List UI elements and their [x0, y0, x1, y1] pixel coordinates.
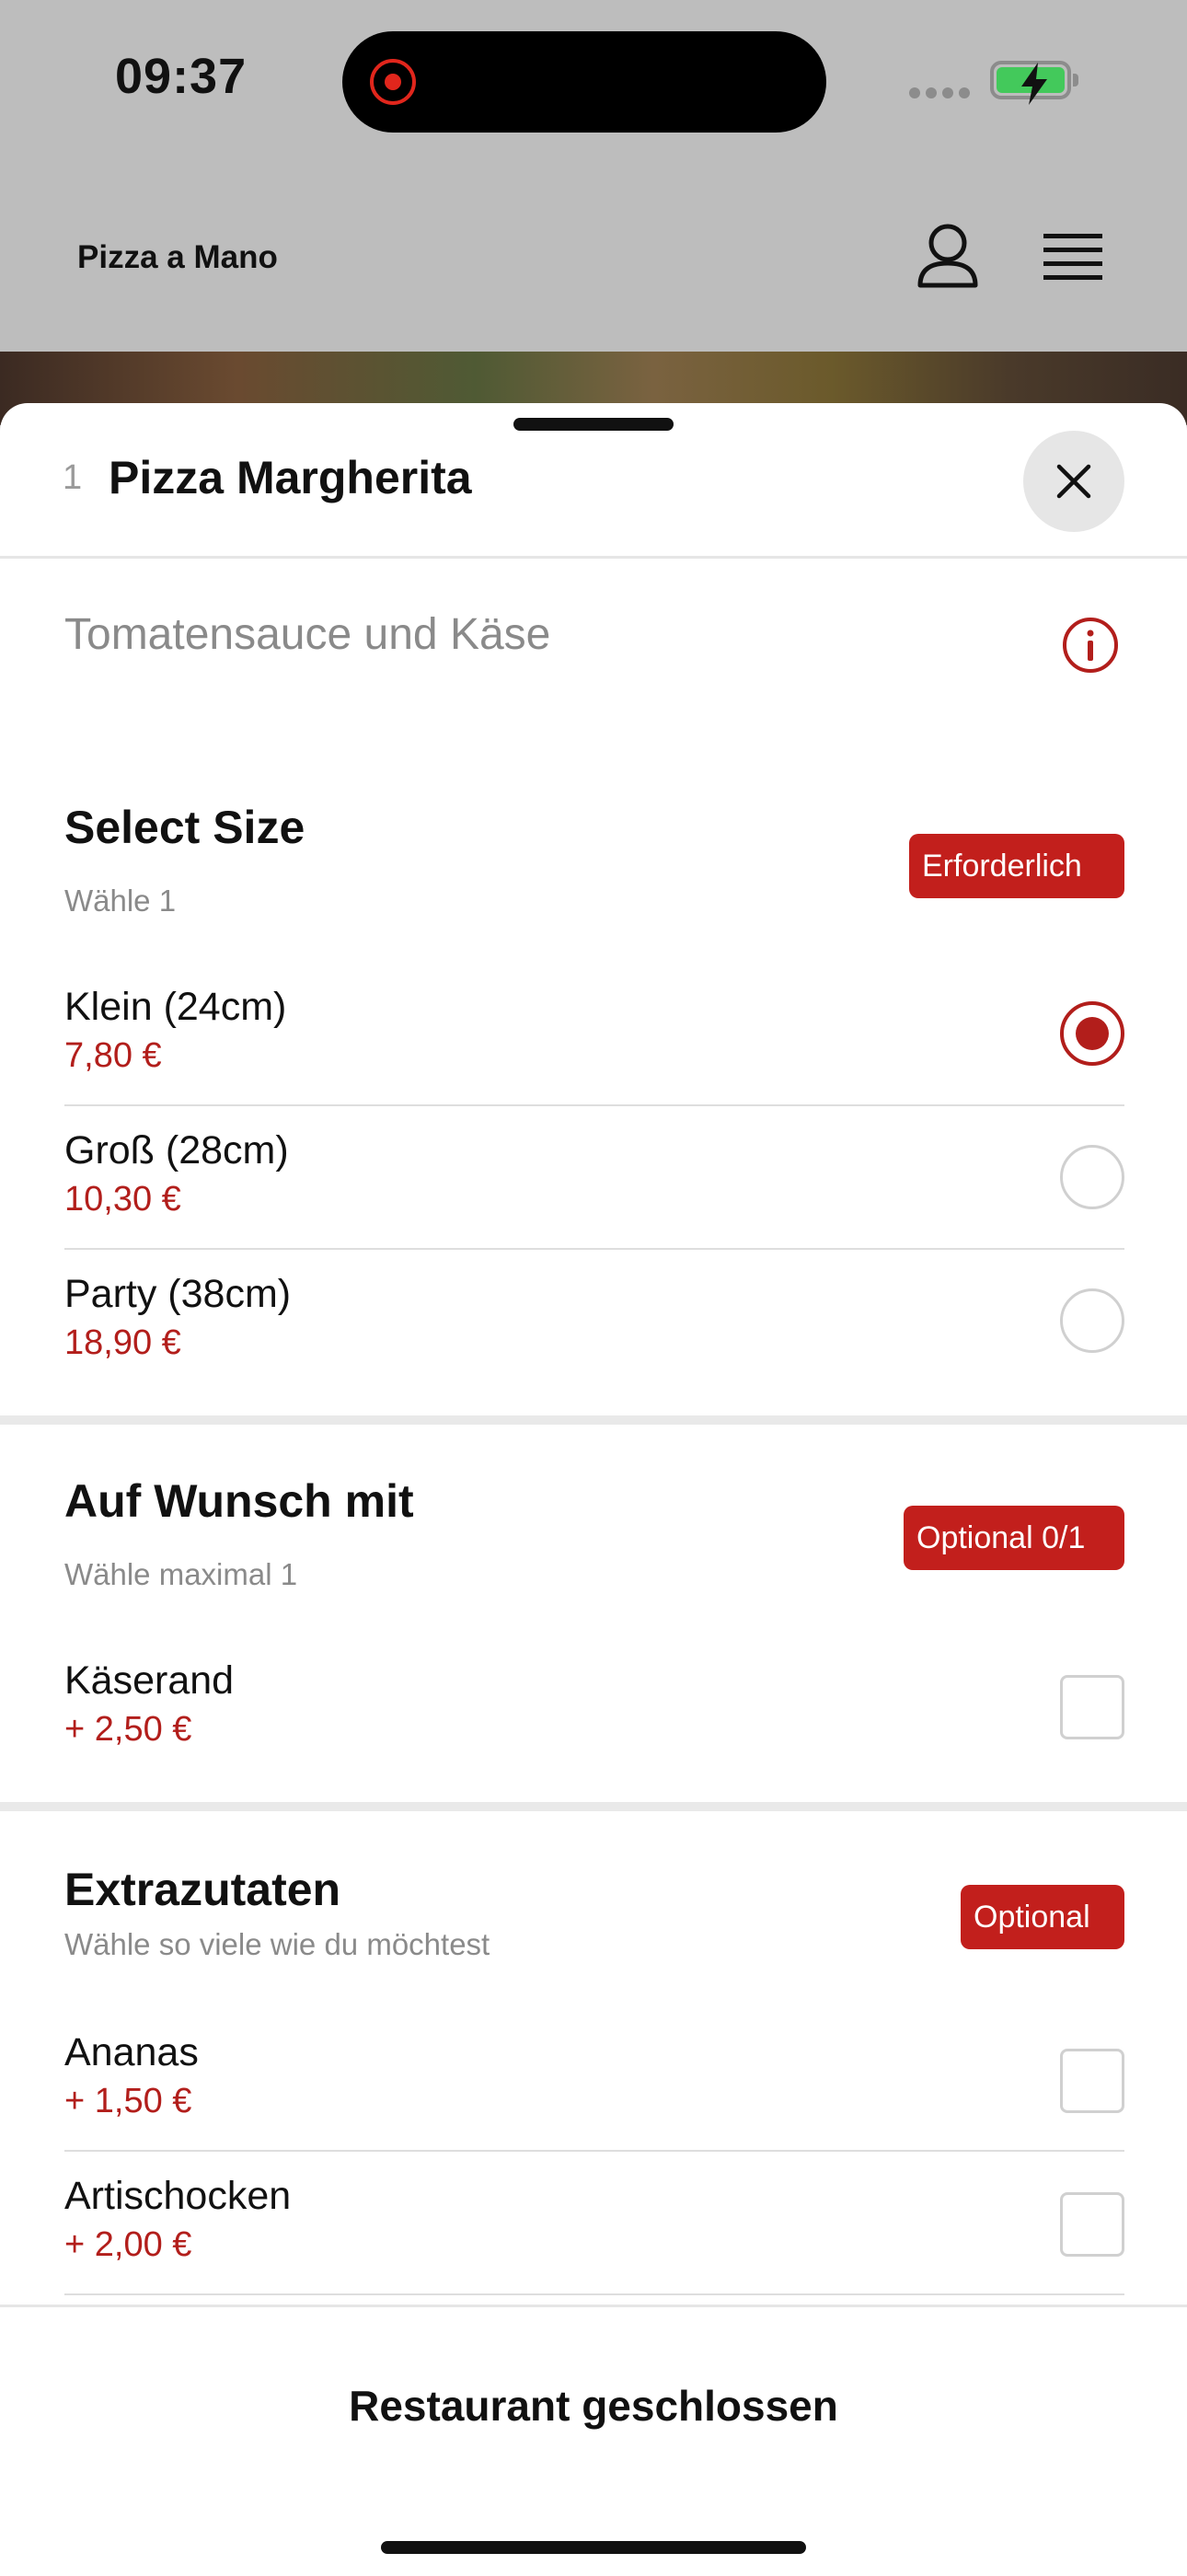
section-title-extras: Extrazutaten — [64, 1864, 341, 1915]
user-icon[interactable] — [916, 223, 979, 289]
radio-unselected[interactable] — [1060, 1288, 1124, 1353]
radio-unselected[interactable] — [1060, 1145, 1124, 1209]
status-time: 09:37 — [115, 49, 248, 104]
optional-badge: Optional — [961, 1885, 1124, 1949]
app-header: Pizza a Mano — [0, 166, 1187, 350]
divider — [64, 1104, 1124, 1106]
option-name: Käserand — [64, 1658, 235, 1703]
battery-icon — [990, 61, 1078, 105]
divider — [64, 2150, 1124, 2152]
option-price: + 2,50 € — [64, 1710, 192, 1749]
section-separator — [0, 1415, 1187, 1425]
section-separator — [0, 1802, 1187, 1811]
required-badge: Erforderlich — [909, 834, 1124, 898]
close-icon — [1056, 464, 1091, 499]
divider — [64, 2293, 1124, 2295]
dynamic-island — [342, 31, 826, 133]
checkbox[interactable] — [1060, 1675, 1124, 1739]
section-subtitle-size: Wähle 1 — [64, 884, 177, 918]
menu-icon[interactable] — [1043, 232, 1102, 283]
product-description: Tomatensauce und Käse — [64, 610, 551, 659]
option-price: 18,90 € — [64, 1323, 181, 1362]
optional-count-badge: Optional 0/1 — [904, 1506, 1124, 1570]
info-icon[interactable] — [1062, 617, 1119, 674]
option-price: 7,80 € — [64, 1036, 162, 1075]
option-price: + 1,50 € — [64, 2082, 192, 2120]
checkbox[interactable] — [1060, 2049, 1124, 2113]
option-name: Groß (28cm) — [64, 1128, 289, 1172]
footer-bar: Restaurant geschlossen — [0, 2305, 1187, 2576]
section-title-wunsch: Auf Wunsch mit — [64, 1475, 414, 1527]
divider — [64, 1248, 1124, 1250]
product-sheet: 1 Pizza Margherita Tomatensauce und Käse… — [0, 403, 1187, 2573]
option-name: Artischocken — [64, 2174, 292, 2218]
restaurant-name: Pizza a Mano — [77, 239, 278, 275]
status-bar: 09:37 — [0, 0, 1187, 166]
sheet-header: 1 Pizza Margherita — [0, 403, 1187, 559]
product-title: Pizza Margherita — [109, 452, 472, 503]
option-name: Party (38cm) — [64, 1272, 292, 1316]
home-indicator[interactable] — [381, 2541, 806, 2554]
quantity-label: 1 — [63, 458, 83, 497]
option-name: Klein (24cm) — [64, 985, 287, 1029]
option-name: Ananas — [64, 2030, 199, 2074]
signal-icon — [909, 87, 975, 103]
restaurant-closed-label: Restaurant geschlossen — [349, 2382, 838, 2430]
checkbox[interactable] — [1060, 2192, 1124, 2257]
section-subtitle-wunsch: Wähle maximal 1 — [64, 1557, 298, 1591]
option-price: + 2,00 € — [64, 2225, 192, 2264]
radio-selected[interactable] — [1060, 1001, 1124, 1066]
close-button[interactable] — [1023, 431, 1124, 532]
recording-indicator-icon — [370, 59, 416, 105]
option-price: 10,30 € — [64, 1180, 181, 1219]
section-title-size: Select Size — [64, 802, 305, 853]
section-subtitle-extras: Wähle so viele wie du möchtest — [64, 1927, 490, 1961]
